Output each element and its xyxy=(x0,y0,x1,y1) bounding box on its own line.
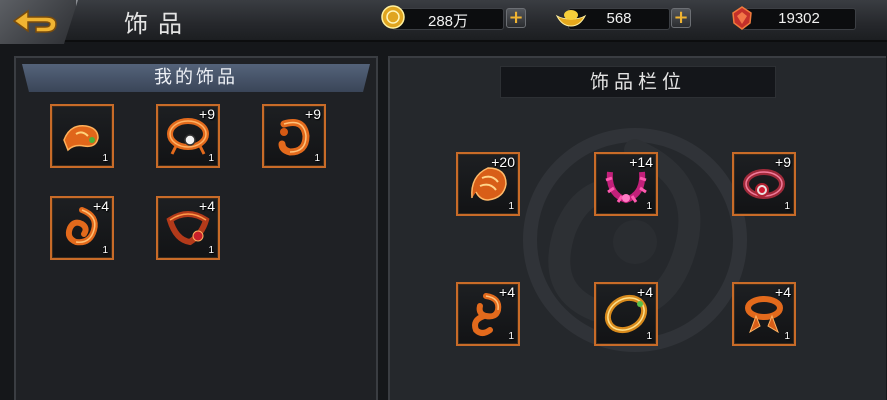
gold-coin-icon xyxy=(381,5,405,29)
equip-slot-2[interactable]: +14 1 xyxy=(594,152,658,216)
add-coin-button[interactable]: + xyxy=(506,8,526,28)
gold-ingot-icon xyxy=(555,10,587,27)
item-count: 1 xyxy=(102,153,108,164)
inventory-item-5[interactable]: +4 1 xyxy=(156,196,220,260)
item-count: 1 xyxy=(508,331,514,342)
enhance-level: +4 xyxy=(93,198,109,214)
inventory-item-1[interactable]: 1 xyxy=(50,104,114,168)
item-count: 1 xyxy=(784,201,790,212)
item-count: 1 xyxy=(646,331,652,342)
enhance-level: +9 xyxy=(305,106,321,122)
inventory-item-3[interactable]: +9 1 xyxy=(262,104,326,168)
page-title: 饰品 xyxy=(124,10,192,38)
my-accessories-panel: 我的饰品 1 +9 1 +9 1 +4 1 +4 1 xyxy=(14,56,378,400)
coin-value: 288万 xyxy=(427,13,469,30)
item-count: 1 xyxy=(208,245,214,256)
enhance-level: +4 xyxy=(199,198,215,214)
orange-dragon-brooch-icon xyxy=(63,125,99,152)
back-arrow-icon xyxy=(12,9,57,33)
equip-slot-3[interactable]: +9 1 xyxy=(732,152,796,216)
equip-slot-1[interactable]: +20 1 xyxy=(456,152,520,216)
enhance-level: +4 xyxy=(499,284,515,300)
coin-counter: 288万 xyxy=(392,8,504,30)
item-count: 1 xyxy=(646,201,652,212)
gem-counter: 19302 xyxy=(742,8,856,30)
item-count: 1 xyxy=(314,153,320,164)
item-count: 1 xyxy=(784,331,790,342)
equip-slot-5[interactable]: +4 1 xyxy=(594,282,658,346)
inventory-item-4[interactable]: +4 1 xyxy=(50,196,114,260)
enhance-level: +9 xyxy=(199,106,215,122)
my-accessories-title: 我的饰品 xyxy=(22,64,370,92)
enhance-level: +9 xyxy=(775,154,791,170)
add-ingot-button[interactable]: + xyxy=(671,8,691,28)
item-count: 1 xyxy=(508,201,514,212)
item-count: 1 xyxy=(208,153,214,164)
enhance-level: +4 xyxy=(637,284,653,300)
back-button[interactable] xyxy=(0,0,78,44)
red-gem-icon xyxy=(732,6,752,30)
gem-value: 19302 xyxy=(778,10,820,27)
equip-slot-6[interactable]: +4 1 xyxy=(732,282,796,346)
inventory-item-2[interactable]: +9 1 xyxy=(156,104,220,168)
equip-slot-4[interactable]: +4 1 xyxy=(456,282,520,346)
top-bar: 饰品 288万 + 568 + 19302 xyxy=(0,0,887,44)
enhance-level: +4 xyxy=(775,284,791,300)
item-count: 1 xyxy=(102,245,108,256)
enhance-level: +14 xyxy=(629,154,653,170)
enhance-level: +20 xyxy=(491,154,515,170)
accessory-slots-title: 饰品栏位 xyxy=(500,66,776,98)
accessory-slots-panel: 饰品栏位 +20 1 +14 1 +9 1 +4 1 +4 1 +4 1 xyxy=(388,56,886,400)
